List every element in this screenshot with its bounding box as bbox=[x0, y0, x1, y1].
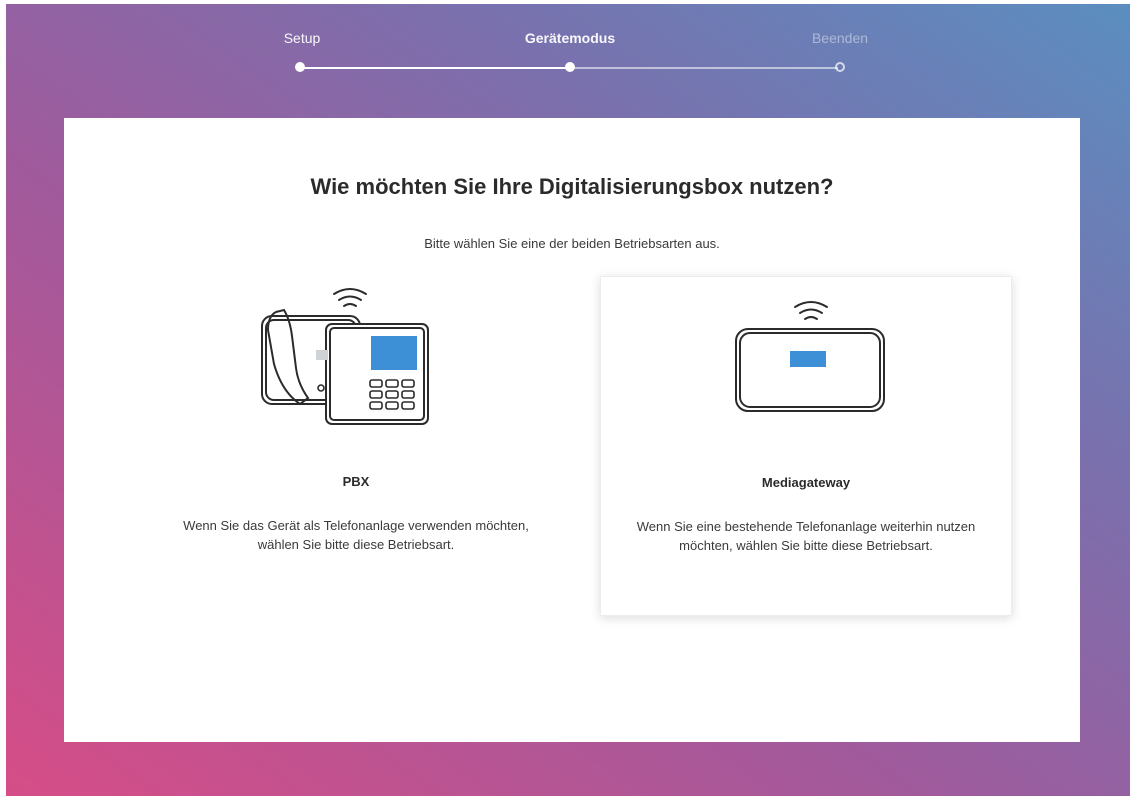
progress-track-done bbox=[300, 67, 570, 69]
option-mediagateway[interactable]: Mediagateway Wenn Sie eine bestehende Te… bbox=[600, 276, 1012, 616]
step-beenden-dot bbox=[835, 62, 845, 72]
desk-phone-icon bbox=[150, 276, 562, 426]
step-geraetemodus-dot bbox=[565, 62, 575, 72]
step-geraetemodus-label[interactable]: Gerätemodus bbox=[525, 30, 615, 46]
option-mediagateway-description: Wenn Sie eine bestehende Telefonanlage w… bbox=[636, 519, 976, 553]
step-beenden-label: Beenden bbox=[811, 30, 869, 46]
gateway-device-icon bbox=[601, 277, 1011, 427]
option-mediagateway-title: Mediagateway bbox=[761, 475, 851, 490]
mode-selection-card: Wie möchten Sie Ihre Digitalisierungsbox… bbox=[64, 118, 1080, 742]
option-pbx-description: Wenn Sie das Gerät als Telefonanlage ver… bbox=[183, 518, 529, 552]
background-frame: Setup Gerätemodus Beenden Wie möchten Si… bbox=[6, 4, 1130, 796]
wizard-stepper: Setup Gerätemodus Beenden bbox=[6, 4, 1130, 104]
option-pbx-title: PBX bbox=[342, 474, 370, 489]
step-setup-label[interactable]: Setup bbox=[284, 30, 321, 46]
option-pbx[interactable]: PBX Wenn Sie das Gerät als Telefonanlage… bbox=[150, 276, 562, 616]
page-title: Wie möchten Sie Ihre Digitalisierungsbox… bbox=[310, 174, 834, 199]
step-setup-dot bbox=[295, 62, 305, 72]
page-subtitle: Bitte wählen Sie eine der beiden Betrieb… bbox=[424, 236, 720, 251]
progress-track-remaining bbox=[570, 67, 838, 69]
